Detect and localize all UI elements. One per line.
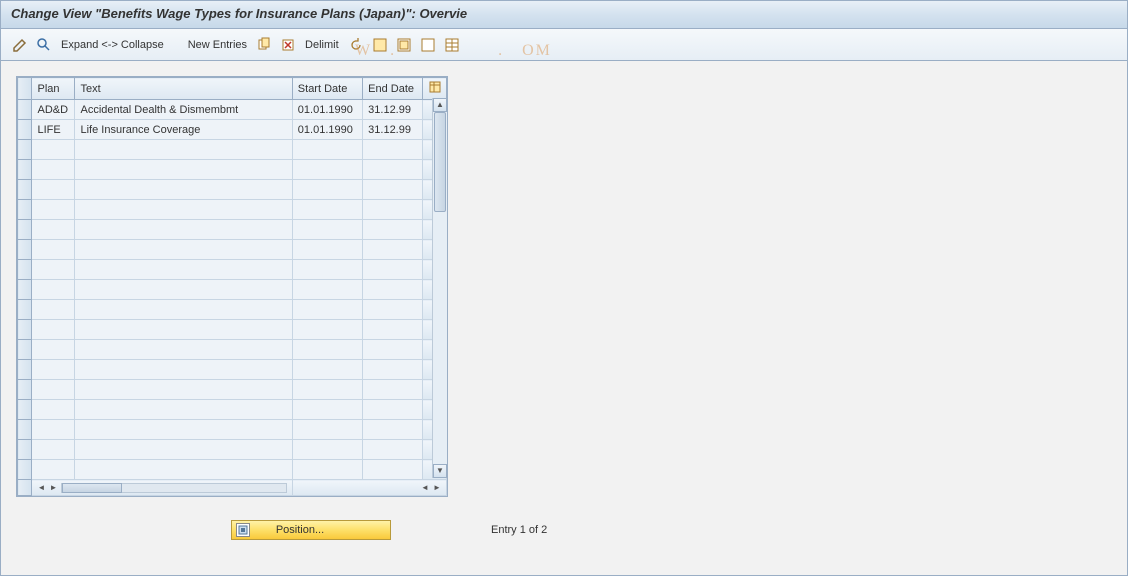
copy-icon[interactable] — [255, 36, 273, 54]
row-selector[interactable] — [18, 340, 32, 360]
row-selector[interactable] — [18, 420, 32, 440]
scroll-up-icon[interactable]: ▲ — [433, 98, 447, 112]
row-selector[interactable] — [18, 360, 32, 380]
window-title: Change View "Benefits Wage Types for Ins… — [1, 1, 1127, 29]
deselect-all-icon[interactable] — [419, 36, 437, 54]
table-row[interactable]: AD&DAccidental Dealth & Dismembmt01.01.1… — [18, 100, 447, 120]
col-text[interactable]: Text — [75, 78, 292, 100]
position-label: Position... — [276, 524, 324, 536]
cell-start[interactable]: 01.01.1990 — [292, 100, 362, 120]
table-row[interactable] — [18, 200, 447, 220]
row-selector[interactable] — [18, 300, 32, 320]
table-row[interactable] — [18, 340, 447, 360]
table-container: Plan Text Start Date End Date AD&DAccide… — [16, 76, 448, 497]
select-block-icon[interactable] — [395, 36, 413, 54]
row-selector[interactable] — [18, 120, 32, 140]
cell-end[interactable]: 31.12.99 — [363, 100, 423, 120]
hscroll-left2-icon[interactable]: ◄ — [419, 482, 431, 494]
data-grid: Plan Text Start Date End Date AD&DAccide… — [17, 77, 447, 496]
row-selector[interactable] — [18, 320, 32, 340]
delete-icon[interactable] — [279, 36, 297, 54]
hscroll-row: ◄ ► ◄ ► — [18, 480, 447, 496]
hscroll-right2-icon[interactable]: ► — [431, 482, 443, 494]
cell-end[interactable]: 31.12.99 — [363, 120, 423, 140]
table-row[interactable] — [18, 320, 447, 340]
vertical-scrollbar[interactable]: ▲ ▼ — [432, 98, 447, 478]
row-selector[interactable] — [18, 100, 32, 120]
scroll-down-icon[interactable]: ▼ — [433, 464, 447, 478]
table-config-icon[interactable] — [423, 78, 447, 100]
table-row[interactable] — [18, 400, 447, 420]
header-row: Plan Text Start Date End Date — [18, 78, 447, 100]
hscroll-right-icon[interactable]: ► — [47, 482, 59, 494]
scroll-thumb[interactable] — [434, 112, 446, 212]
undo-icon[interactable] — [347, 36, 365, 54]
table-row[interactable] — [18, 440, 447, 460]
hscroll-left-icon[interactable]: ◄ — [35, 482, 47, 494]
cell-plan[interactable]: LIFE — [32, 120, 75, 140]
row-selector[interactable] — [18, 240, 32, 260]
row-selector[interactable] — [18, 400, 32, 420]
row-selector[interactable] — [18, 380, 32, 400]
delimit-button[interactable]: Delimit — [303, 39, 341, 51]
expand-collapse-button[interactable]: Expand <-> Collapse — [59, 39, 166, 51]
table-row[interactable] — [18, 460, 447, 480]
hscroll-track-left[interactable] — [61, 483, 286, 493]
col-plan[interactable]: Plan — [32, 78, 75, 100]
table-row[interactable] — [18, 260, 447, 280]
col-end[interactable]: End Date — [363, 78, 423, 100]
footer-row: Position... Entry 1 of 2 — [16, 520, 1112, 540]
row-selector[interactable] — [18, 180, 32, 200]
row-selector[interactable] — [18, 160, 32, 180]
col-start[interactable]: Start Date — [292, 78, 362, 100]
cell-text[interactable]: Accidental Dealth & Dismembmt — [75, 100, 292, 120]
content-area: Plan Text Start Date End Date AD&DAccide… — [1, 61, 1127, 575]
table-row[interactable]: LIFELife Insurance Coverage01.01.199031.… — [18, 120, 447, 140]
table-row[interactable] — [18, 360, 447, 380]
row-selector[interactable] — [18, 200, 32, 220]
position-icon — [236, 523, 250, 537]
row-selector[interactable] — [18, 280, 32, 300]
find-icon[interactable] — [35, 36, 53, 54]
row-selector[interactable] — [18, 260, 32, 280]
row-selector[interactable] — [18, 140, 32, 160]
cell-start[interactable]: 01.01.1990 — [292, 120, 362, 140]
row-selector[interactable] — [18, 460, 32, 480]
title-text: Change View "Benefits Wage Types for Ins… — [11, 6, 467, 21]
cell-plan[interactable]: AD&D — [32, 100, 75, 120]
entry-counter: Entry 1 of 2 — [491, 524, 547, 536]
cell-text[interactable]: Life Insurance Coverage — [75, 120, 292, 140]
toolbar: Expand <-> Collapse New Entries Delimit — [1, 29, 1127, 61]
table-row[interactable] — [18, 380, 447, 400]
table-row[interactable] — [18, 180, 447, 200]
table-row[interactable] — [18, 300, 447, 320]
table-row[interactable] — [18, 220, 447, 240]
table-settings-icon[interactable] — [443, 36, 461, 54]
table-row[interactable] — [18, 280, 447, 300]
table-row[interactable] — [18, 240, 447, 260]
new-entries-button[interactable]: New Entries — [186, 39, 249, 51]
position-button[interactable]: Position... — [231, 520, 391, 540]
row-selector[interactable] — [18, 440, 32, 460]
table-row[interactable] — [18, 160, 447, 180]
change-icon[interactable] — [11, 36, 29, 54]
select-all-header[interactable] — [18, 78, 32, 100]
table-row[interactable] — [18, 140, 447, 160]
table-row[interactable] — [18, 420, 447, 440]
row-selector[interactable] — [18, 220, 32, 240]
select-all-icon[interactable] — [371, 36, 389, 54]
